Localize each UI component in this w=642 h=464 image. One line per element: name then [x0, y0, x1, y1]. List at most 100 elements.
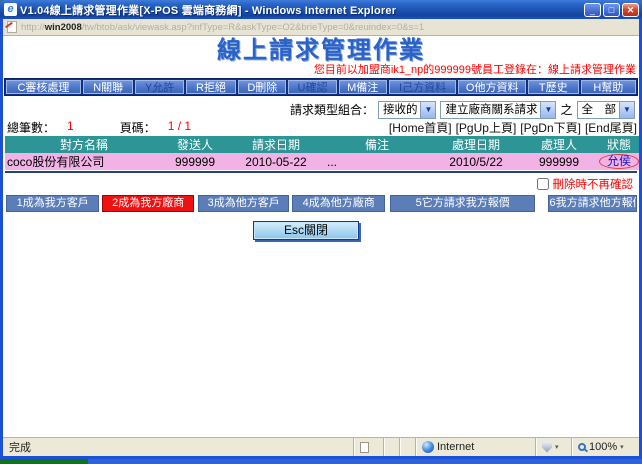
taskbar-background [88, 459, 642, 464]
pgdn-next-page-link[interactable]: [PgDn下頁] [520, 119, 581, 136]
page-number-label: 頁碼： [120, 119, 156, 136]
zoom-control-panel[interactable]: 100% ▾ [571, 438, 639, 456]
url-protocol: http:// [21, 22, 45, 33]
chevron-down-icon[interactable]: ▾ [620, 443, 624, 451]
pgup-prev-page-link[interactable]: [PgUp上頁] [456, 119, 517, 136]
direction-select[interactable]: 接收的▼ [378, 101, 437, 119]
become-our-customer-button[interactable]: 1成為我方客戶 [6, 195, 99, 212]
cell-memo: ... [325, 153, 429, 170]
col-header-request-date: 請求日期 [227, 136, 325, 153]
filter-row: 請求類型組合： 接收的▼ 建立廠商關系請求▼ 之 全 部▼ [3, 100, 635, 119]
toolbar-button-reject[interactable]: R拒絕 [186, 80, 237, 94]
ie-logo-icon: e [4, 3, 17, 16]
internet-zone-panel: Internet [415, 438, 535, 456]
toolbar-button-other-info[interactable]: O他方資料 [458, 80, 526, 94]
toolbar-button-delete[interactable]: D刪除 [238, 80, 286, 94]
toolbar-button-link[interactable]: N關聯 [83, 80, 134, 94]
col-header-counterparty: 對方名稱 [5, 136, 163, 153]
maximize-button[interactable]: □ [603, 3, 620, 17]
zone-label: Internet [437, 441, 474, 453]
become-their-vendor-button[interactable]: 4成為他方廠商 [292, 195, 384, 212]
chevron-down-icon[interactable]: ▼ [540, 102, 555, 118]
total-count-value: 1 [61, 119, 80, 136]
window-title: V1.04線上請求管理作業[X-POS 雲端商務網] - Windows Int… [20, 2, 584, 18]
end-last-page-link[interactable]: [End尾頁] [585, 119, 637, 136]
status-bar: 完成 Internet ▾ 100% ▾ [3, 437, 639, 456]
status-empty-panel-1 [383, 438, 399, 456]
browser-window: e V1.04線上請求管理作業[X-POS 雲端商務網] - Windows I… [0, 0, 642, 459]
cell-process-date: 2010/5/22 [429, 153, 523, 170]
toolbar-button-memo[interactable]: M備注 [339, 80, 387, 94]
broken-page-icon [7, 21, 17, 33]
shield-icon [542, 442, 552, 453]
toolbar-button-own-info: I己方資料 [389, 80, 457, 94]
address-url[interactable]: http://win2008/tw/btob/ask/viewask.asp?i… [21, 22, 424, 33]
url-path: /tw/btob/ask/viewask.asp?infType=R&askTy… [82, 22, 424, 33]
page-content: 線上請求管理作業 您目前以加盟商ik1_np的999999號員工登錄在：線上請求… [3, 36, 639, 437]
request-table: 對方名稱 發送人 請求日期 備注 處理日期 處理人 狀態 coco股份有限公司 … [5, 136, 639, 170]
toolbar-button-allow: Y允許 [135, 80, 183, 94]
delete-no-confirm-label[interactable]: 刪除時不再確認 [553, 176, 634, 192]
window-controls: _ □ ✕ [584, 3, 639, 17]
status-text: 完成 [3, 439, 353, 455]
conjunction-label: 之 [560, 101, 572, 118]
total-count-label: 總筆數： [7, 119, 55, 136]
cell-request-date: 2010-05-22 [227, 153, 325, 170]
address-bar: http://win2008/tw/btob/ask/viewask.asp?i… [3, 19, 639, 36]
cell-sender: 999999 [163, 153, 227, 170]
title-bar: e V1.04線上請求管理作業[X-POS 雲端商務網] - Windows I… [0, 0, 642, 19]
page-number-value: 1 / 1 [162, 119, 197, 136]
protected-mode-panel[interactable]: ▾ [535, 438, 571, 456]
status-doc-panel [353, 438, 383, 456]
chevron-down-icon[interactable]: ▾ [555, 443, 559, 451]
become-our-vendor-button[interactable]: 2成為我方廠商 [102, 195, 193, 212]
meta-row: 總筆數： 1 頁碼： 1 / 1 [Home首頁] [PgUp上頁] [PgDn下頁… [5, 120, 637, 135]
col-header-sender: 發送人 [163, 136, 227, 153]
globe-icon [422, 441, 434, 453]
toolbar-button-help[interactable]: H幫助 [581, 80, 636, 94]
document-icon [360, 442, 369, 453]
scope-select-value: 全 部 [582, 104, 617, 116]
cell-processor: 999999 [523, 153, 595, 170]
delete-no-confirm-checkbox[interactable] [537, 178, 549, 190]
zoom-level-value: 100% [589, 441, 617, 453]
become-their-customer-button[interactable]: 3成為他方客戶 [198, 195, 289, 212]
chevron-down-icon[interactable]: ▼ [619, 102, 634, 118]
we-request-their-quote-button[interactable]: 6我方請求他方報價 [548, 195, 637, 212]
taskbar-fragment [0, 459, 88, 464]
col-header-process-date: 處理日期 [429, 136, 523, 153]
login-notice: 您目前以加盟商ik1_np的999999號員工登錄在：線上請求管理作業 [3, 64, 639, 76]
toolbar-button-audit[interactable]: C審核處理 [6, 80, 81, 94]
toolbar-button-confirm: U確認 [288, 80, 336, 94]
col-header-memo: 備注 [325, 136, 429, 153]
table-header-row: 對方名稱 發送人 請求日期 備注 處理日期 處理人 狀態 [5, 136, 639, 153]
cell-status: 允侯 [595, 153, 639, 170]
record-counts: 總筆數： 1 頁碼： 1 / 1 [5, 119, 197, 136]
request-type-select[interactable]: 建立廠商關系請求▼ [440, 101, 556, 119]
page-title: 線上請求管理作業 [3, 38, 639, 64]
toolbar-button-history[interactable]: T歷史 [528, 80, 579, 94]
request-type-select-value: 建立廠商關系請求 [445, 104, 537, 116]
minimize-button[interactable]: _ [584, 3, 601, 17]
toolbar: C審核處理 N關聯 Y允許 R拒絕 D刪除 U確認 M備注 I己方資料 O他方資… [4, 78, 638, 96]
chevron-down-icon[interactable]: ▼ [420, 102, 435, 118]
esc-close-button[interactable]: Esc關閉 [253, 221, 359, 240]
close-button[interactable]: ✕ [622, 3, 639, 17]
direction-select-value: 接收的 [383, 104, 418, 116]
filter-label: 請求類型組合： [290, 101, 374, 118]
scope-select[interactable]: 全 部▼ [577, 101, 636, 119]
status-empty-panel-2 [399, 438, 415, 456]
table-row[interactable]: coco股份有限公司 999999 2010-05-22 ... 2010/5/… [5, 153, 639, 170]
url-host: win2008 [45, 22, 82, 33]
col-header-processor: 處理人 [523, 136, 595, 153]
magnifier-icon [578, 443, 586, 451]
pager-links: [Home首頁] [PgUp上頁] [PgDn下頁] [End尾頁] [389, 119, 637, 136]
home-first-page-link[interactable]: [Home首頁] [389, 119, 452, 136]
table-divider [5, 171, 637, 173]
status-badge: 允侯 [599, 154, 639, 169]
desktop-strip [0, 459, 642, 464]
action-buttons-row: 1成為我方客戶 2成為我方廠商 3成為他方客戶 4成為他方廠商 5它方請求我方報… [6, 194, 637, 212]
col-header-status: 狀態 [595, 136, 639, 153]
they-request-our-quote-button[interactable]: 5它方請求我方報價 [390, 195, 536, 212]
cell-counterparty: coco股份有限公司 [5, 153, 163, 170]
